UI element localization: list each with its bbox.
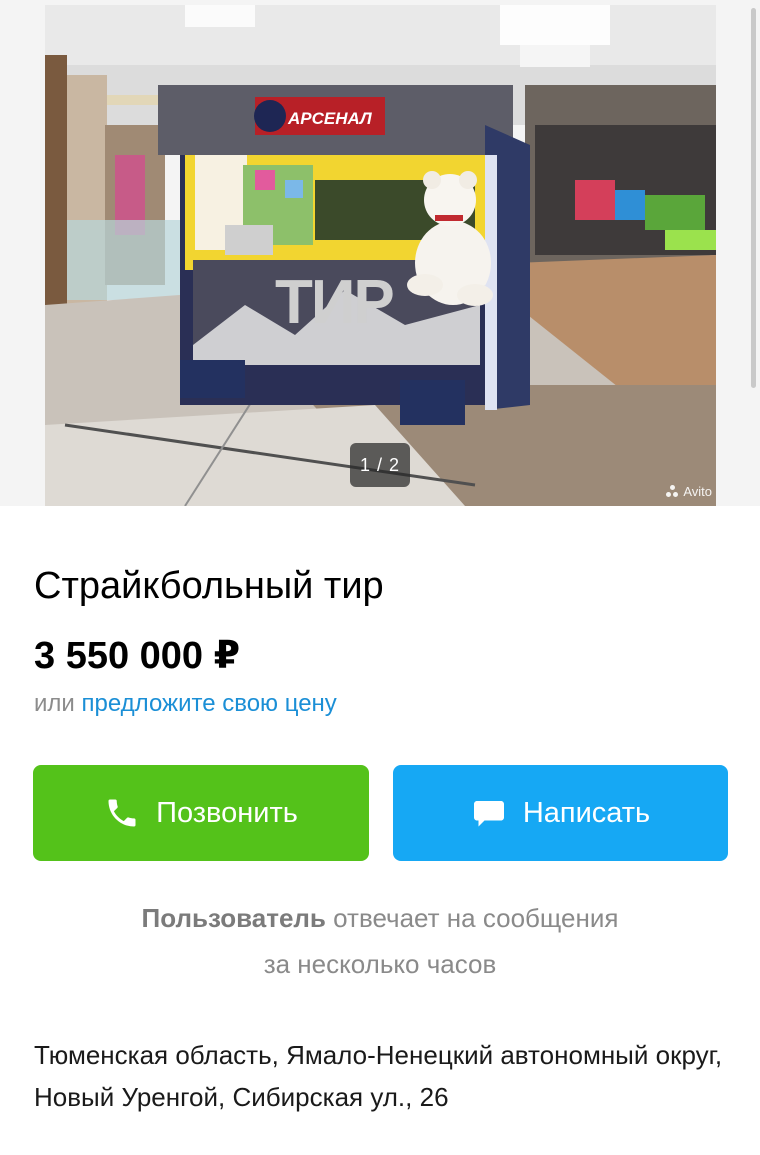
response-line-1: Пользователь отвечает на сообщения bbox=[0, 895, 760, 941]
write-button[interactable]: Написать bbox=[393, 765, 728, 861]
response-text-1: отвечает на сообщения bbox=[333, 903, 619, 933]
photo-gallery[interactable]: ТИР АРСЕНАЛ 1 / 2 Avito bbox=[0, 0, 760, 506]
listing-page: ТИР АРСЕНАЛ 1 / 2 Avito Страйкбольный ти… bbox=[0, 0, 760, 1155]
listing-photo[interactable]: ТИР АРСЕНАЛ bbox=[45, 5, 716, 506]
call-button[interactable]: Позвонить bbox=[33, 765, 369, 861]
listing-price: 3 550 000 ₽ bbox=[34, 635, 241, 677]
response-text-2: за несколько часов bbox=[263, 949, 497, 979]
write-button-label: Написать bbox=[522, 796, 651, 829]
sign-main-text: ТИР bbox=[275, 268, 393, 337]
offer-price-line: или предложите свою цену bbox=[34, 688, 337, 720]
listing-address: Тюменская область, Ямало-Ненецкий автоно… bbox=[34, 1040, 723, 1112]
seller-name[interactable]: Пользователь bbox=[142, 903, 326, 933]
call-button-label: Позвонить bbox=[156, 796, 298, 829]
offer-price-link[interactable]: предложите свою цену bbox=[82, 690, 337, 717]
avito-watermark: Avito bbox=[666, 484, 712, 499]
page-scrollbar[interactable] bbox=[751, 8, 756, 388]
avito-logo-icon bbox=[666, 485, 679, 498]
phone-icon bbox=[108, 799, 136, 827]
sign-brand-text: АРСЕНАЛ bbox=[287, 109, 372, 128]
offer-prefix: или bbox=[34, 690, 75, 717]
listing-title: Страйкбольный тир bbox=[34, 565, 384, 607]
chat-bubble-icon bbox=[473, 801, 504, 827]
photo-counter: 1 / 2 bbox=[350, 443, 410, 487]
seller-response-info: Пользователь отвечает на сообщения за не… bbox=[0, 895, 760, 987]
watermark-text: Avito bbox=[683, 484, 712, 499]
